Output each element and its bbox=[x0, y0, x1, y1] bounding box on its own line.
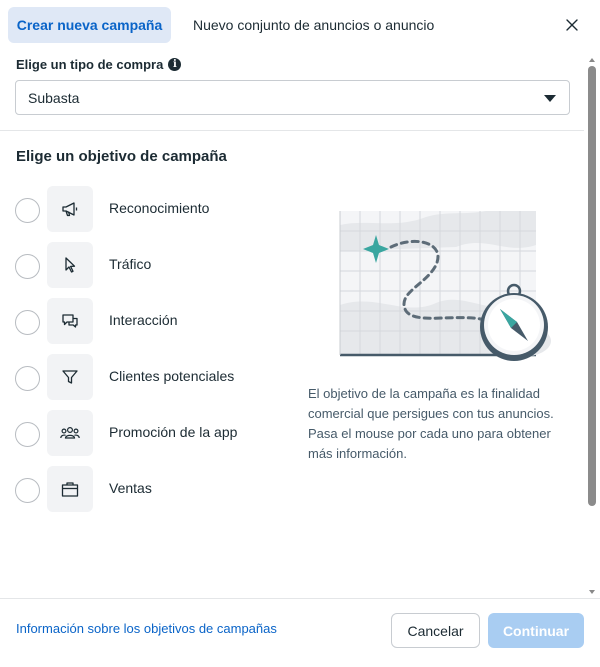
radio-button[interactable] bbox=[15, 254, 40, 279]
map-compass-icon bbox=[339, 211, 551, 361]
objective-title: Elige un objetivo de campaña bbox=[16, 148, 227, 165]
close-button[interactable] bbox=[560, 13, 584, 37]
radio-button[interactable] bbox=[15, 198, 40, 223]
option-label: Reconocimiento bbox=[109, 200, 210, 216]
radio-button[interactable] bbox=[15, 422, 40, 447]
objective-option-trafico[interactable]: Tráfico bbox=[0, 242, 290, 292]
radio-button[interactable] bbox=[15, 310, 40, 335]
footer-divider bbox=[0, 598, 600, 599]
radio-button[interactable] bbox=[15, 478, 40, 503]
people-icon bbox=[47, 410, 93, 456]
purchase-type-select[interactable]: Subasta bbox=[15, 80, 570, 115]
option-label: Tráfico bbox=[109, 256, 152, 272]
objective-option-ventas[interactable]: Ventas bbox=[0, 466, 290, 516]
objective-option-reconocimiento[interactable]: Reconocimiento bbox=[0, 186, 290, 236]
tab-create-campaign[interactable]: Crear nueva campaña bbox=[8, 7, 171, 43]
objective-option-clientes-potenciales[interactable]: Clientes potenciales bbox=[0, 354, 290, 404]
continue-button[interactable]: Continuar bbox=[488, 613, 584, 648]
divider bbox=[0, 130, 584, 131]
option-label: Interacción bbox=[109, 312, 178, 328]
filter-icon bbox=[47, 354, 93, 400]
cancel-button[interactable]: Cancelar bbox=[391, 613, 480, 648]
info-icon[interactable]: i bbox=[168, 58, 182, 71]
option-label: Ventas bbox=[109, 480, 152, 496]
objective-option-promocion-app[interactable]: Promoción de la app bbox=[0, 410, 290, 460]
campaign-map-illustration bbox=[336, 205, 556, 375]
objectives-info-link[interactable]: Información sobre los objetivos de campa… bbox=[16, 621, 277, 636]
scroll-up-icon[interactable] bbox=[589, 58, 595, 62]
chat-bubble-icon bbox=[47, 298, 93, 344]
objective-option-interaccion[interactable]: Interacción bbox=[0, 298, 290, 348]
scrollbar-thumb[interactable] bbox=[588, 66, 596, 506]
purchase-type-label-text: Elige un tipo de compra bbox=[16, 57, 164, 72]
option-label: Clientes potenciales bbox=[109, 368, 235, 384]
shopping-bag-icon bbox=[47, 466, 93, 512]
purchase-type-value: Subasta bbox=[28, 89, 80, 106]
objective-description: El objetivo de la campaña es la finalida… bbox=[308, 386, 554, 461]
option-label: Promoción de la app bbox=[109, 424, 238, 440]
purchase-type-label: Elige un tipo de compra i bbox=[16, 57, 182, 72]
dialog-header: Crear nueva campaña Nuevo conjunto de an… bbox=[0, 0, 600, 50]
cursor-icon bbox=[47, 242, 93, 288]
close-icon bbox=[566, 19, 578, 31]
tab-new-adset-or-ad[interactable]: Nuevo conjunto de anuncios o anuncio bbox=[193, 7, 434, 43]
caret-down-icon bbox=[544, 95, 556, 102]
scroll-down-icon[interactable] bbox=[589, 590, 595, 594]
megaphone-icon bbox=[47, 186, 93, 232]
radio-button[interactable] bbox=[15, 366, 40, 391]
